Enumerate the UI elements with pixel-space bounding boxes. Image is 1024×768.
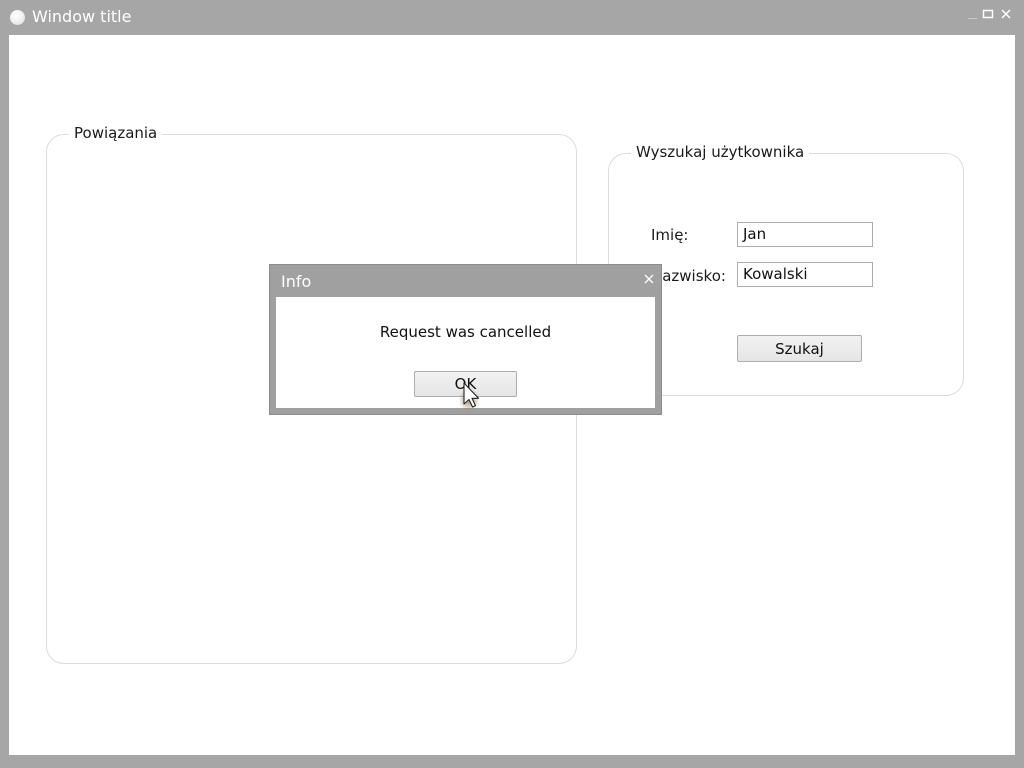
maximize-button[interactable]: [980, 6, 996, 22]
first-name-label: Imię:: [651, 226, 689, 244]
main-window: Window title Powiązania Wyszukaj użytkow…: [0, 0, 1024, 768]
search-button[interactable]: Szukaj: [737, 335, 862, 362]
search-group-legend: Wyszukaj użytkownika: [631, 143, 810, 161]
minimize-button[interactable]: [964, 6, 980, 22]
dialog-body: Request was cancelled OK: [276, 297, 655, 408]
close-icon: [1001, 9, 1011, 19]
ok-button[interactable]: OK: [414, 371, 517, 397]
close-icon: [644, 274, 654, 284]
last-name-label: Nazwisko:: [651, 267, 726, 285]
window-title: Window title: [32, 7, 132, 26]
minimize-icon: [968, 18, 977, 19]
dialog-close-button[interactable]: [642, 272, 656, 286]
relations-group-legend: Powiązania: [69, 124, 163, 142]
last-name-input[interactable]: Kowalski: [737, 262, 873, 287]
close-button[interactable]: [998, 6, 1014, 22]
dialog-title: Info: [281, 272, 312, 291]
app-icon: [10, 10, 25, 25]
first-name-input[interactable]: Jan: [737, 222, 873, 247]
dialog-message: Request was cancelled: [379, 323, 552, 341]
info-dialog: Info Request was cancelled OK: [269, 264, 662, 415]
title-bar[interactable]: Window title: [0, 0, 1024, 35]
maximize-icon: [982, 9, 994, 19]
